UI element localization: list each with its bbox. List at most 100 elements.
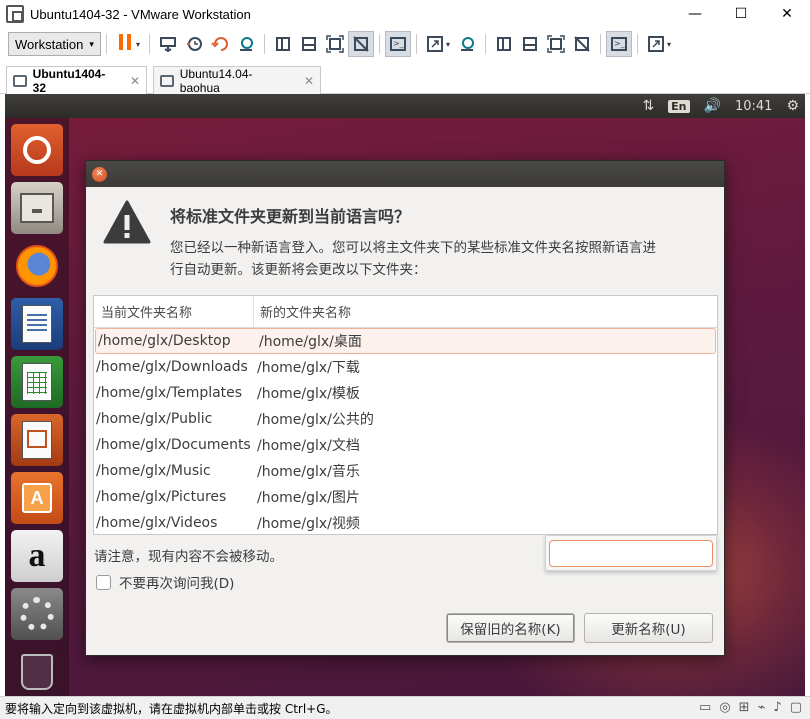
launcher-firefox[interactable] (11, 240, 63, 292)
chevron-down-icon: ▾ (89, 38, 94, 49)
column-header-current[interactable]: 当前文件夹名称 (94, 296, 254, 328)
guest-screen[interactable]: ⇅ En 🔊 10:41 ⚙ A a ✕ 将标准文件夹更新到当前语言吗？ 您已经… (5, 94, 805, 696)
stretch-icon (647, 36, 664, 52)
update-folders-dialog: ✕ 将标准文件夹更新到当前语言吗？ 您已经以一种新语言登入。您可以将主文件夹下的… (85, 160, 725, 656)
column-header-new[interactable]: 新的文件夹名称 (254, 302, 351, 321)
current-folder-cell: /home/glx/Templates (96, 385, 243, 401)
snapshot-manager-button-2[interactable] (454, 31, 480, 57)
clock[interactable]: 10:41 (735, 99, 772, 114)
keep-old-names-button[interactable]: 保留旧的名称(K) (446, 613, 575, 643)
snapshot-manager-icon (239, 37, 253, 51)
show-thumbnail-bar-button-2[interactable] (517, 31, 543, 57)
cd-rom-icon[interactable]: ◎ (719, 700, 730, 715)
terminal-icon: >_ (389, 37, 406, 51)
snapshot-icon (186, 37, 202, 51)
device-icons: ▭ ◎ ⊞ ⌁ ♪ ▢ (699, 700, 802, 715)
dialog-close-button[interactable]: ✕ (92, 167, 107, 182)
launcher-amazon[interactable]: a (11, 530, 63, 582)
network-icon[interactable]: ⊞ (739, 700, 750, 715)
current-folder-cell: /home/glx/Desktop (98, 333, 231, 349)
type-ahead-search-input[interactable] (549, 540, 713, 567)
library-panel-icon (275, 37, 290, 51)
sort-arrows-icon[interactable]: ⇅ (642, 98, 654, 114)
ubuntu-logo-icon (23, 136, 51, 164)
trash-icon (21, 654, 53, 690)
full-screen-button-2[interactable] (543, 31, 569, 57)
presentation-icon (22, 421, 52, 459)
workstation-menu-button[interactable]: Workstation ▾ (8, 32, 101, 56)
table-row[interactable]: /home/glx/Desktop /home/glx/桌面 (95, 328, 716, 354)
console-view-button-2[interactable]: >_ (605, 31, 632, 57)
maximize-button[interactable]: ☐ (718, 0, 764, 28)
snapshot-manager-button[interactable] (233, 31, 259, 57)
warning-icon (103, 200, 151, 244)
launcher-system-settings[interactable] (11, 588, 63, 640)
window-titlebar: Ubuntu1404-32 - VMware Workstation — ☐ ✕ (0, 0, 810, 28)
dialog-message: 您已经以一种新语言登入。您可以将主文件夹下的某些标准文件夹名按照新语言进 行自动… (170, 237, 710, 281)
close-tab-icon[interactable]: ✕ (130, 74, 140, 88)
show-library-button-2[interactable] (491, 31, 517, 57)
shopping-bag-icon: A (22, 483, 52, 513)
send-ctrl-alt-del-button[interactable] (155, 31, 181, 57)
launcher-software-center[interactable]: A (11, 472, 63, 524)
full-screen-button[interactable] (322, 31, 348, 57)
stretch-guest-button[interactable] (422, 31, 448, 57)
table-row[interactable]: /home/glx/Public /home/glx/公共的 (94, 406, 717, 432)
close-tab-icon[interactable]: ✕ (304, 74, 314, 88)
tab-ubuntu14-04-baohua[interactable]: Ubuntu14.04-baohua ✕ (153, 66, 321, 95)
show-library-button[interactable] (270, 31, 296, 57)
vm-icon (13, 75, 27, 87)
pause-vm-button[interactable] (112, 31, 138, 57)
table-row[interactable]: /home/glx/Templates /home/glx/模板 (94, 380, 717, 406)
update-names-button[interactable]: 更新名称(U) (584, 613, 713, 643)
table-row[interactable]: /home/glx/Videos /home/glx/视频 (94, 510, 717, 534)
show-thumbnail-bar-button[interactable] (296, 31, 322, 57)
display-icon[interactable]: ▢ (790, 700, 802, 715)
launcher-libreoffice-writer[interactable] (11, 298, 63, 350)
new-folder-cell: /home/glx/文档 (257, 438, 360, 454)
dont-ask-again-checkbox[interactable]: 不要再次询问我(D) (96, 572, 234, 592)
revert-icon (211, 37, 228, 51)
system-settings-icon[interactable]: ⚙ (786, 98, 799, 114)
revert-snapshot-button[interactable] (207, 31, 233, 57)
hard-disk-icon[interactable]: ▭ (699, 700, 711, 715)
new-folder-cell: /home/glx/音乐 (257, 464, 360, 480)
sound-icon[interactable]: ♪ (773, 700, 781, 715)
launcher-trash[interactable] (11, 646, 63, 696)
stretch-guest-button-2[interactable] (643, 31, 669, 57)
new-folder-cell: /home/glx/公共的 (257, 412, 374, 428)
minimize-button[interactable]: — (672, 0, 718, 28)
new-folder-cell: /home/glx/视频 (257, 516, 360, 532)
toolbar-divider (484, 34, 486, 54)
table-row[interactable]: /home/glx/Music /home/glx/音乐 (94, 458, 717, 484)
unity-mode-button-2[interactable] (569, 31, 595, 57)
launcher-files[interactable] (11, 182, 63, 234)
console-view-button[interactable]: >_ (384, 31, 411, 57)
launcher-dash-home[interactable] (11, 124, 63, 176)
table-row[interactable]: /home/glx/Downloads /home/glx/下载 (94, 354, 717, 380)
folder-rename-table: 当前文件夹名称 新的文件夹名称 /home/glx/Desktop /home/… (93, 295, 718, 535)
unity-icon (353, 36, 369, 52)
checkbox-box[interactable] (96, 574, 111, 590)
close-window-button[interactable]: ✕ (764, 0, 810, 28)
writer-document-icon (22, 305, 52, 343)
usb-icon[interactable]: ⌁ (758, 700, 766, 715)
new-folder-cell: /home/glx/桌面 (259, 334, 362, 350)
table-row[interactable]: /home/glx/Documents /home/glx/文档 (94, 432, 717, 458)
unity-mode-button[interactable] (347, 31, 374, 57)
current-folder-cell: /home/glx/Music (96, 463, 211, 479)
thumbnail-bar-icon (522, 37, 537, 51)
window-title: Ubuntu1404-32 - VMware Workstation (30, 6, 251, 22)
table-row[interactable]: /home/glx/Pictures /home/glx/图片 (94, 484, 717, 510)
snapshot-button[interactable] (181, 31, 207, 57)
tab-label: Ubuntu14.04-baohua (179, 66, 253, 95)
send-keys-icon (159, 37, 176, 53)
launcher-libreoffice-calc[interactable] (11, 356, 63, 408)
ubuntu-top-panel: ⇅ En 🔊 10:41 ⚙ (5, 94, 805, 118)
volume-icon[interactable]: 🔊 (704, 98, 721, 114)
new-folder-cell: /home/glx/下载 (257, 360, 360, 376)
current-folder-cell: /home/glx/Pictures (96, 489, 227, 505)
keyboard-language-indicator[interactable]: En (668, 99, 690, 113)
tab-ubuntu1404-32[interactable]: Ubuntu1404-32 ✕ (6, 66, 147, 95)
launcher-libreoffice-impress[interactable] (11, 414, 63, 466)
